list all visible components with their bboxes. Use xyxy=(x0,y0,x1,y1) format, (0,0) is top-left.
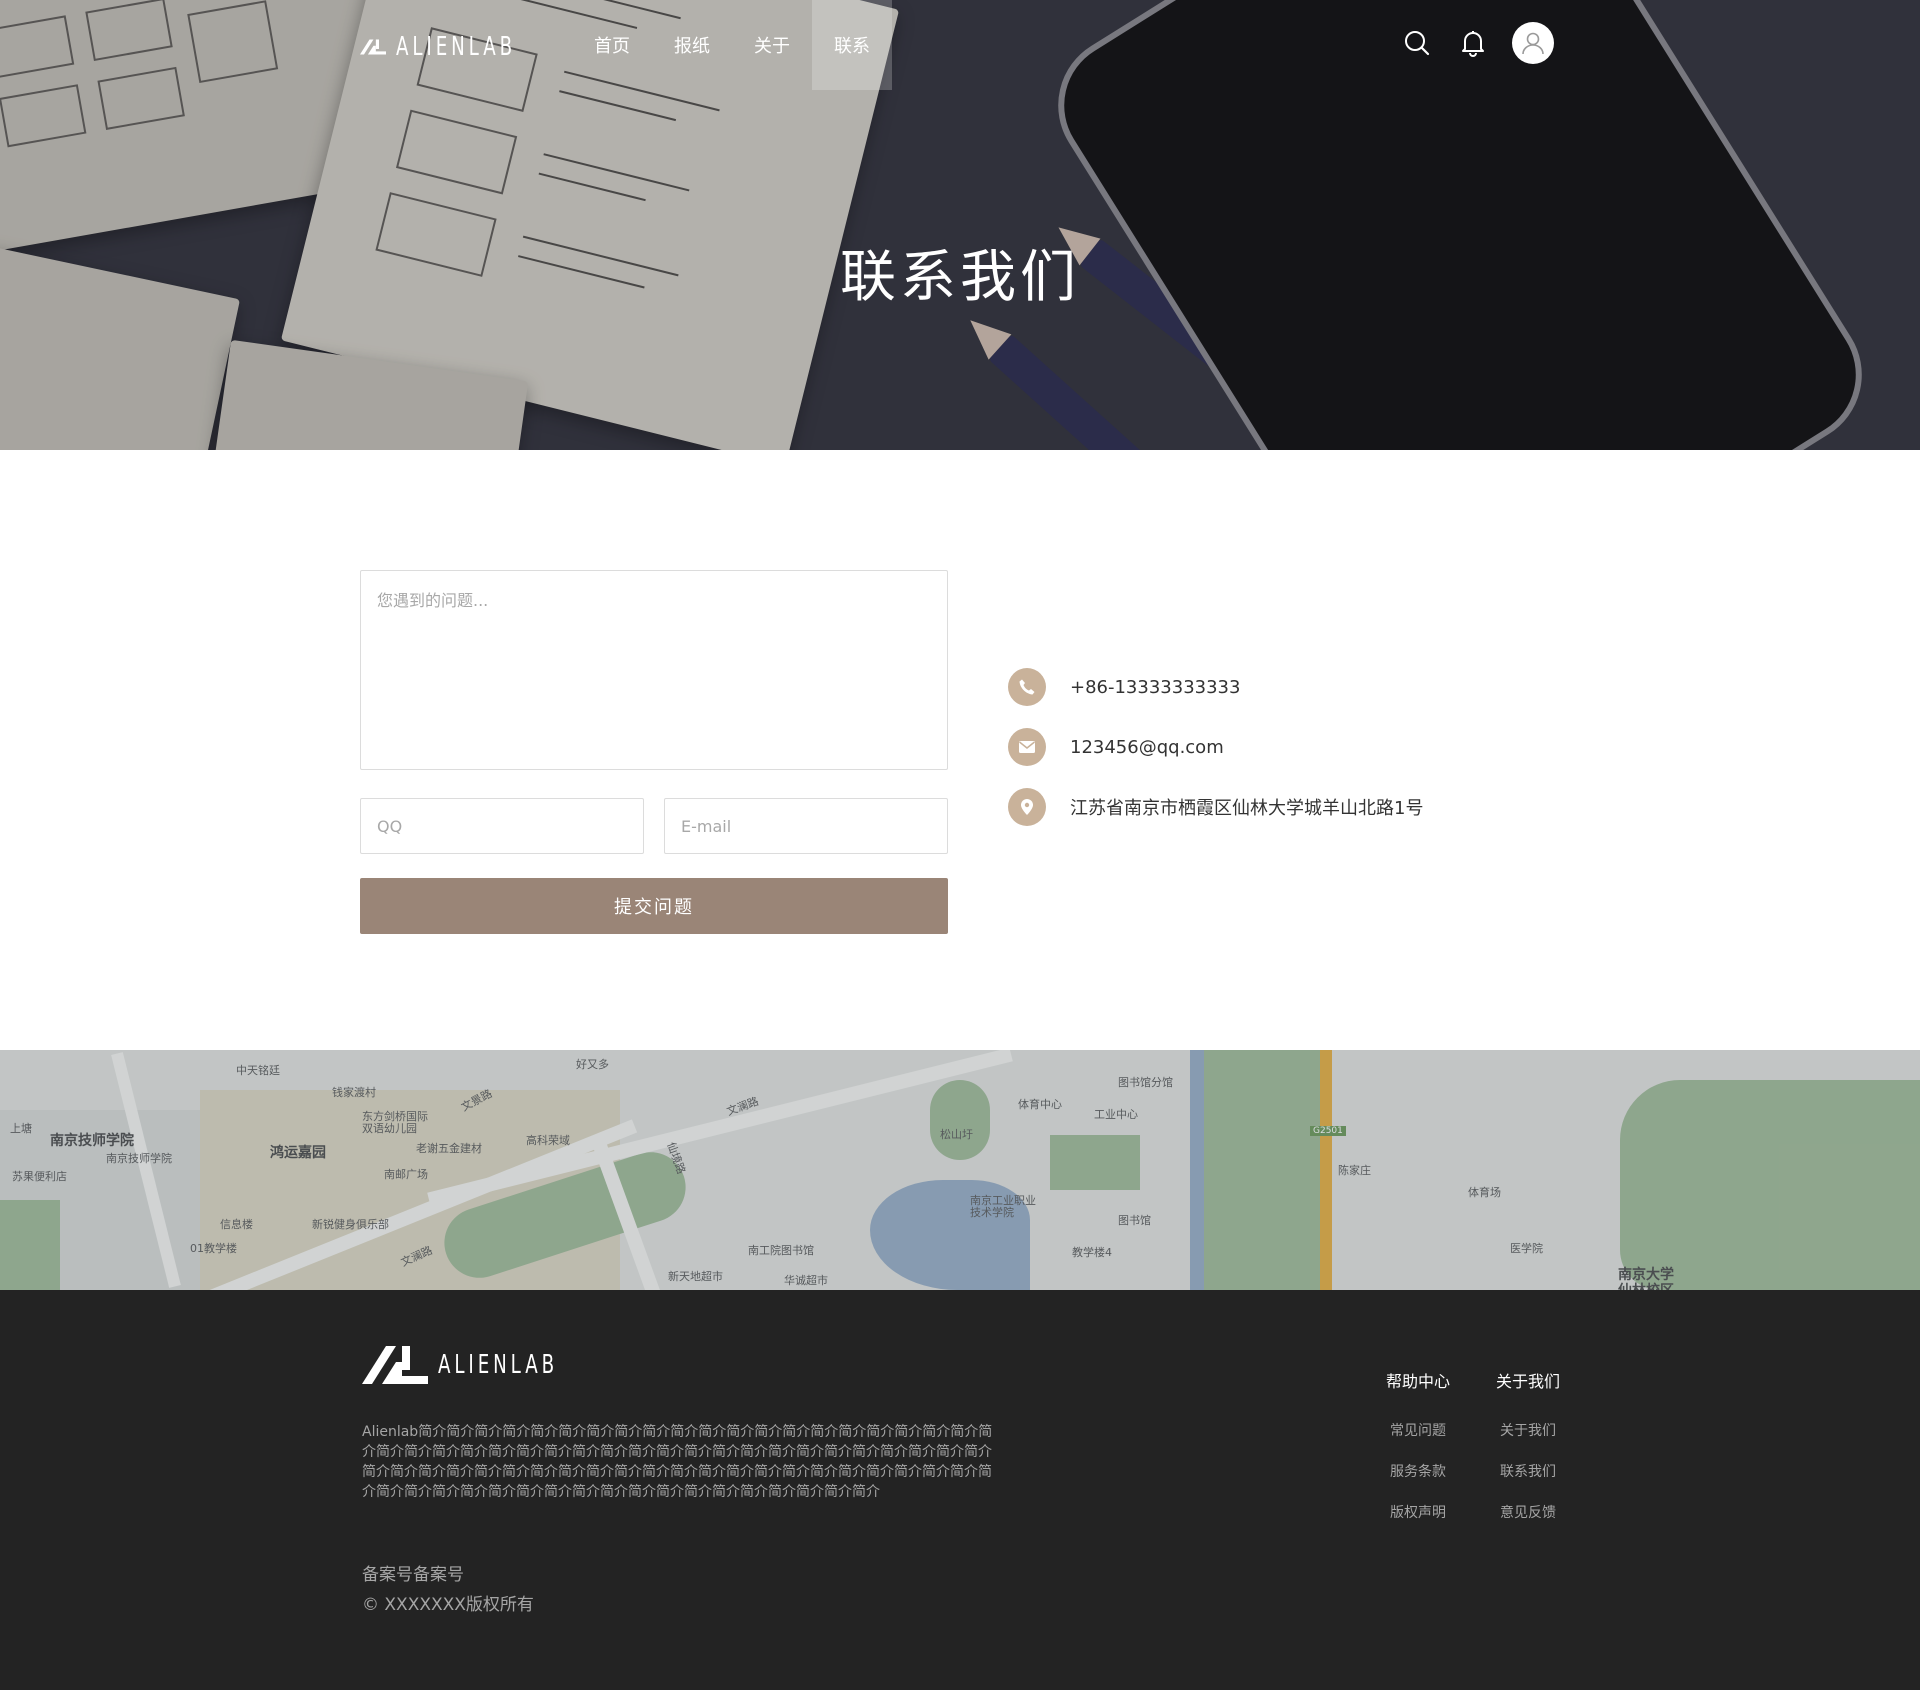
footer: ALIENLAB Alienlab简介简介简介简介简介简介简介简介简介简介简介简… xyxy=(0,1290,1920,1690)
nav-actions xyxy=(1400,22,1554,64)
brand-name: ALIENLAB xyxy=(396,32,517,62)
submit-question-button[interactable]: 提交问题 xyxy=(360,878,948,934)
location-pin-icon xyxy=(1008,788,1046,826)
contact-form: 提交问题 xyxy=(360,570,948,934)
main-menu: 首页 报纸 关于 联系 xyxy=(572,0,892,90)
envelope-icon xyxy=(1008,728,1046,766)
copyright: © XXXXXXX版权所有 xyxy=(362,1595,534,1615)
footer-column-help: 帮助中心 常见问题 服务条款 版权声明 xyxy=(1384,1368,1452,1543)
footer-legal: 备案号备案号 © XXXXXXX版权所有 xyxy=(362,1560,534,1620)
footer-link-contact[interactable]: 联系我们 xyxy=(1494,1461,1562,1481)
footer-column-title: 帮助中心 xyxy=(1385,1372,1450,1391)
footer-brand-name: ALIENLAB xyxy=(438,1350,559,1380)
phone-icon xyxy=(1008,668,1046,706)
location-map[interactable]: 中天铭廷 钱家渡村 东方剑桥国际 双语幼儿园 文景路 好又多 文澜路 高科荣域 … xyxy=(0,1050,1920,1290)
footer-link-faq[interactable]: 常见问题 xyxy=(1384,1420,1452,1440)
top-navbar: ALIENLAB 首页 报纸 关于 联系 xyxy=(0,0,1920,90)
footer-description: Alienlab简介简介简介简介简介简介简介简介简介简介简介简介简介简介简介简介… xyxy=(362,1424,993,1500)
phone-row: +86-13333333333 xyxy=(1008,668,1423,706)
bell-icon[interactable] xyxy=(1456,26,1490,60)
user-avatar-icon[interactable] xyxy=(1512,22,1554,64)
nav-item-newspaper[interactable]: 报纸 xyxy=(652,0,732,90)
nav-item-about[interactable]: 关于 xyxy=(732,0,812,90)
icp-number: 备案号备案号 xyxy=(362,1565,464,1585)
footer-link-feedback[interactable]: 意见反馈 xyxy=(1494,1502,1562,1522)
logo-mark-icon xyxy=(360,39,387,55)
logo-mark-icon xyxy=(362,1346,428,1384)
footer-column-title: 关于我们 xyxy=(1495,1372,1560,1391)
email-row: 123456@qq.com xyxy=(1008,728,1423,766)
phone-number: +86-13333333333 xyxy=(1070,676,1241,698)
footer-link-about[interactable]: 关于我们 xyxy=(1494,1420,1562,1440)
address-row: 江苏省南京市栖霞区仙林大学城羊山北路1号 xyxy=(1008,788,1423,826)
nav-item-home[interactable]: 首页 xyxy=(572,0,652,90)
page-title: 联系我们 xyxy=(840,245,1080,310)
question-textarea[interactable] xyxy=(360,570,948,770)
footer-column-about: 关于我们 关于我们 联系我们 意见反馈 xyxy=(1494,1368,1562,1543)
footer-link-terms[interactable]: 服务条款 xyxy=(1384,1461,1452,1481)
footer-link-copyright[interactable]: 版权声明 xyxy=(1384,1502,1452,1522)
qq-input[interactable] xyxy=(360,798,644,854)
email-input[interactable] xyxy=(664,798,948,854)
contact-fields-row xyxy=(360,798,948,854)
search-icon[interactable] xyxy=(1400,26,1434,60)
contact-info: +86-13333333333 123456@qq.com 江苏省南京市栖霞区仙… xyxy=(1008,668,1423,826)
footer-logo[interactable]: ALIENLAB xyxy=(362,1346,592,1384)
postal-address: 江苏省南京市栖霞区仙林大学城羊山北路1号 xyxy=(1070,798,1424,819)
email-address: 123456@qq.com xyxy=(1070,736,1224,758)
brand-logo[interactable]: ALIENLAB xyxy=(360,27,550,67)
nav-item-contact[interactable]: 联系 xyxy=(812,0,892,90)
